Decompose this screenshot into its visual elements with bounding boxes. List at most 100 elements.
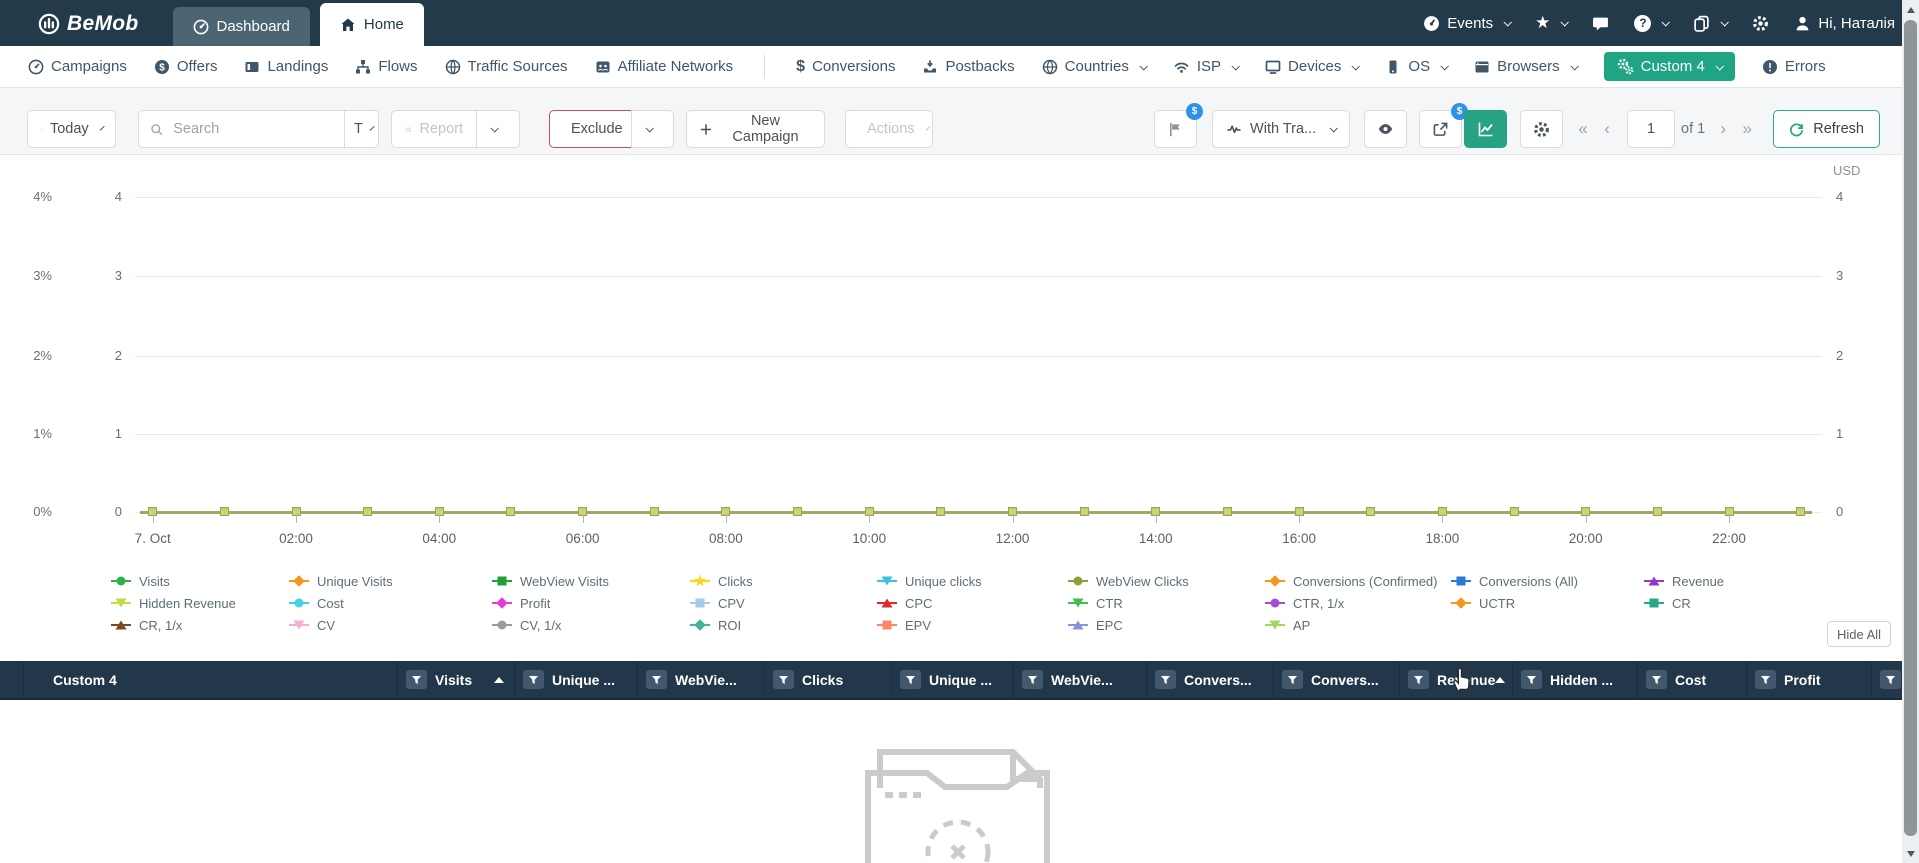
nav-flows[interactable]: Flows [355, 58, 418, 75]
filter-icon[interactable] [1646, 670, 1667, 689]
legend-item[interactable]: EPV [877, 614, 1068, 636]
column-profit[interactable]: Profit [1747, 661, 1872, 698]
legend-item[interactable]: AP [1265, 614, 1451, 636]
prev-page-button[interactable] [1595, 119, 1619, 139]
column-conversions-confirmed[interactable]: Convers... [1147, 661, 1274, 698]
filter-icon[interactable] [406, 670, 427, 689]
events-menu[interactable]: Events [1423, 15, 1513, 32]
search-input[interactable] [171, 120, 333, 138]
legend-item[interactable]: Conversions (All) [1451, 570, 1644, 592]
table-settings-button[interactable] [1520, 110, 1564, 148]
legend-item[interactable]: Unique clicks [877, 570, 1068, 592]
legend-item[interactable]: Visits [111, 570, 289, 592]
legend-item[interactable]: ROI [690, 614, 877, 636]
actions-button[interactable]: Actions [845, 110, 933, 148]
nav-custom4-button[interactable]: Custom 4 [1603, 52, 1735, 81]
filter-icon[interactable] [1282, 670, 1303, 689]
vertical-scrollbar[interactable] [1902, 0, 1919, 863]
exclude-button[interactable]: Exclude [549, 110, 632, 148]
date-range-button[interactable]: Today [27, 110, 116, 148]
help-menu[interactable] [1634, 14, 1671, 32]
column-cost[interactable]: Cost [1638, 661, 1747, 698]
filter-icon[interactable] [646, 670, 667, 689]
nav-campaigns[interactable]: Campaigns [28, 58, 127, 75]
nav-devices[interactable]: Devices [1265, 58, 1361, 75]
refresh-button[interactable]: Refresh [1773, 110, 1880, 148]
filter-icon[interactable] [1022, 670, 1043, 689]
legend-item[interactable]: CPV [690, 592, 877, 614]
report-button[interactable]: Report [391, 110, 477, 148]
scrollbar-thumb[interactable] [1904, 20, 1917, 836]
filter-icon[interactable] [1755, 670, 1776, 689]
favorites-menu[interactable] [1535, 13, 1570, 33]
legend-item[interactable]: CR, 1/x [111, 614, 289, 636]
tab-dashboard[interactable]: Dashboard [172, 7, 310, 46]
legend-item[interactable]: CPC [877, 592, 1068, 614]
column-partial[interactable] [1872, 661, 1902, 698]
export-button[interactable]: $ [1419, 103, 1469, 148]
column-webview-visits[interactable]: WebVie... [638, 661, 765, 698]
legend-item[interactable]: WebView Visits [492, 570, 690, 592]
next-page-button[interactable] [1711, 119, 1735, 139]
legend-item[interactable]: CR [1644, 592, 1724, 614]
legend-item[interactable]: WebView Clicks [1068, 570, 1265, 592]
column-unique-visits[interactable]: Unique ... [515, 661, 638, 698]
filter-icon[interactable] [773, 670, 794, 689]
legend-item[interactable]: Profit [492, 592, 690, 614]
column-webview-clicks[interactable]: WebVie... [1014, 661, 1147, 698]
legend-item[interactable]: Revenue [1644, 570, 1724, 592]
legend-item[interactable]: CTR, 1/x [1265, 592, 1451, 614]
visibility-button[interactable] [1364, 110, 1408, 148]
nav-countries[interactable]: Countries [1042, 58, 1148, 75]
column-revenue[interactable]: Revenue [1400, 661, 1513, 698]
page-input[interactable] [1627, 110, 1676, 148]
legend-item[interactable]: UCTR [1451, 592, 1644, 614]
settings-button[interactable] [1752, 15, 1769, 32]
column-conversions-all[interactable]: Convers... [1274, 661, 1400, 698]
scroll-up-button[interactable] [1902, 1, 1919, 18]
column-clicks[interactable]: Clicks [765, 661, 892, 698]
legend-item[interactable]: EPC [1068, 614, 1265, 636]
flag-filter-button[interactable]: $ [1154, 103, 1204, 148]
column-hidden-revenue[interactable]: Hidden ... [1513, 661, 1638, 698]
legend-item[interactable]: Unique Visits [289, 570, 492, 592]
docs-menu[interactable] [1693, 15, 1730, 32]
legend-item[interactable]: CTR [1068, 592, 1265, 614]
traffic-filter-dropdown[interactable]: With Tra... [1212, 110, 1351, 148]
nav-isp[interactable]: ISP [1173, 58, 1240, 75]
first-page-button[interactable] [1571, 119, 1595, 139]
nav-postbacks[interactable]: Postbacks [922, 58, 1015, 75]
hide-all-button[interactable]: Hide All [1827, 621, 1891, 647]
chart-toggle-button[interactable] [1464, 110, 1508, 148]
table-group-column[interactable]: Custom 4 [24, 661, 398, 698]
filter-icon[interactable] [1155, 670, 1176, 689]
nav-errors[interactable]: Errors [1762, 58, 1826, 75]
nav-traffic-sources[interactable]: Traffic Sources [445, 58, 568, 75]
legend-item[interactable]: CV [289, 614, 492, 636]
filter-icon[interactable] [1521, 670, 1542, 689]
column-visits[interactable]: Visits [398, 661, 515, 698]
chat-button[interactable] [1592, 15, 1609, 32]
scroll-down-button[interactable] [1902, 845, 1919, 862]
nav-affiliate-networks[interactable]: Affiliate Networks [595, 58, 733, 75]
nav-conversions[interactable]: Conversions [796, 58, 895, 76]
tab-home[interactable]: Home [319, 3, 424, 46]
legend-item[interactable]: Hidden Revenue [111, 592, 289, 614]
bemob-logo[interactable]: BeMob [38, 12, 139, 36]
nav-os[interactable]: OS [1385, 58, 1450, 75]
legend-item[interactable]: Cost [289, 592, 492, 614]
column-unique-clicks[interactable]: Unique ... [892, 661, 1014, 698]
nav-offers[interactable]: $ Offers [154, 58, 217, 75]
last-page-button[interactable] [1735, 119, 1759, 139]
report-dropdown-toggle[interactable] [476, 110, 520, 148]
exclude-dropdown-toggle[interactable] [631, 110, 674, 148]
new-campaign-button[interactable]: New Campaign [686, 110, 825, 148]
filter-icon[interactable] [523, 670, 544, 689]
filter-icon[interactable] [900, 670, 921, 689]
nav-landings[interactable]: Landings [244, 58, 328, 75]
filter-icon[interactable] [1408, 670, 1429, 689]
legend-item[interactable]: Conversions (Confirmed) [1265, 570, 1451, 592]
user-menu[interactable]: Hi, Наталія [1794, 15, 1895, 32]
filter-icon[interactable] [1880, 670, 1901, 689]
search-type-dropdown[interactable]: T [344, 110, 379, 148]
